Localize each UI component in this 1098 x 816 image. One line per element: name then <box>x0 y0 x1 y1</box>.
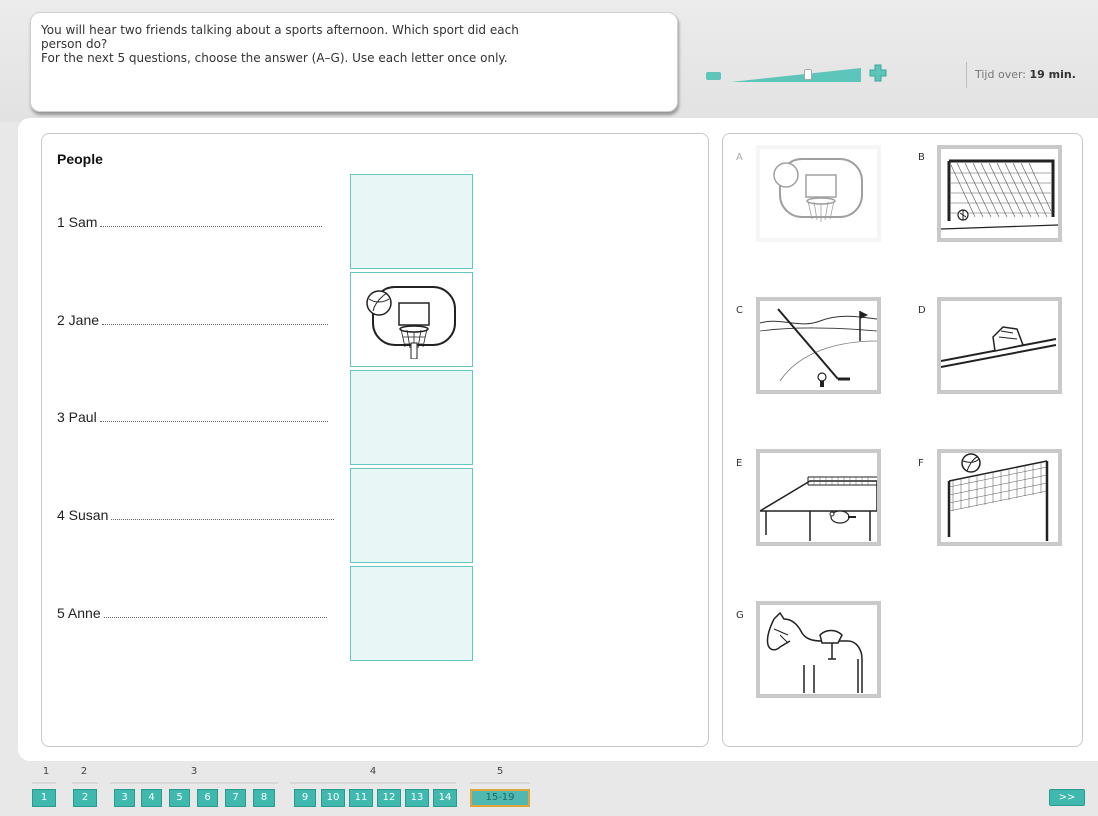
answer-dots <box>103 608 327 618</box>
group-label: 3 <box>190 766 198 777</box>
person-row: 1 Sam <box>57 214 323 230</box>
answer-drop-box[interactable] <box>350 566 473 661</box>
question-button-8[interactable]: 8 <box>253 789 275 807</box>
question-button-10[interactable]: 10 <box>321 789 345 807</box>
option-letter: C <box>736 305 743 316</box>
zoom-control <box>703 64 893 86</box>
question-button-2[interactable]: 2 <box>73 789 97 807</box>
group-divider <box>72 782 98 784</box>
zoom-out-icon[interactable] <box>706 72 721 80</box>
zoom-slider-handle[interactable] <box>804 69 812 80</box>
option-card-e[interactable] <box>756 449 881 546</box>
question-button-12[interactable]: 12 <box>377 789 401 807</box>
skiing-icon <box>941 326 1057 368</box>
person-label: 2 Jane <box>57 312 100 328</box>
instruction-line: person do? <box>41 37 108 51</box>
basketball-icon <box>773 158 863 222</box>
person-row: 3 Paul <box>57 409 328 425</box>
person-row: 4 Susan <box>57 507 335 523</box>
option-letter: A <box>736 152 743 163</box>
volleyball-icon <box>947 453 1049 541</box>
timer-value: 19 min. <box>1029 68 1076 81</box>
answer-drop-box[interactable] <box>350 468 473 563</box>
question-button-7[interactable]: 7 <box>225 789 246 807</box>
golf-icon <box>760 308 877 387</box>
group-divider <box>110 782 278 784</box>
instruction-line: For the next 5 questions, choose the ans… <box>41 51 508 65</box>
timer-label: Tijd over: <box>975 68 1027 81</box>
group-label: 4 <box>369 766 377 777</box>
question-button-9[interactable]: 9 <box>294 789 316 807</box>
zoom-slider[interactable] <box>731 67 861 83</box>
question-button-15-19[interactable]: 15-19 <box>470 789 530 807</box>
basketball-icon[interactable] <box>363 281 461 359</box>
person-label: 3 Paul <box>57 409 97 425</box>
option-letter: B <box>918 152 925 163</box>
question-navigation: 1 2 3 4 5 1 2 3 4 5 6 7 8 9 10 11 12 13 … <box>0 762 1098 816</box>
option-card-f[interactable] <box>937 449 1062 546</box>
option-letter: E <box>736 458 743 469</box>
instructions-box: You will hear two friends talking about … <box>30 12 678 112</box>
people-heading: People <box>57 151 103 167</box>
football-goal-icon <box>941 159 1058 230</box>
person-row: 2 Jane <box>57 312 329 328</box>
option-card-g[interactable] <box>756 601 881 698</box>
group-label: 5 <box>496 766 504 777</box>
group-label: 1 <box>42 766 50 777</box>
instruction-line: You will hear two friends talking about … <box>41 23 519 37</box>
answer-drop-box[interactable] <box>350 272 473 367</box>
group-label: 2 <box>80 766 88 777</box>
question-button-11[interactable]: 11 <box>349 789 373 807</box>
answer-dots <box>99 412 328 422</box>
person-label: 4 Susan <box>57 507 109 523</box>
person-row: 5 Anne <box>57 605 327 621</box>
group-divider <box>32 782 56 784</box>
answer-dots <box>100 217 323 227</box>
answer-dots <box>102 315 329 325</box>
option-card-d[interactable] <box>937 297 1062 394</box>
table-tennis-icon <box>760 476 877 541</box>
zoom-in-icon[interactable] <box>869 64 887 82</box>
option-letter: D <box>918 305 926 316</box>
question-button-4[interactable]: 4 <box>141 789 162 807</box>
question-button-3[interactable]: 3 <box>114 789 135 807</box>
person-label: 1 Sam <box>57 214 98 230</box>
question-button-5[interactable]: 5 <box>169 789 190 807</box>
time-remaining: Tijd over: 19 min. <box>966 62 1076 88</box>
question-button-1[interactable]: 1 <box>32 789 56 807</box>
question-button-6[interactable]: 6 <box>197 789 218 807</box>
answer-dots <box>111 510 335 520</box>
option-card-c[interactable] <box>756 297 881 394</box>
group-divider <box>290 782 456 784</box>
group-divider <box>470 782 530 784</box>
question-button-13[interactable]: 13 <box>405 789 429 807</box>
horse-riding-icon <box>766 611 863 693</box>
option-letter: F <box>918 458 924 469</box>
next-button[interactable]: >> <box>1049 789 1085 806</box>
question-button-14[interactable]: 14 <box>433 789 457 807</box>
answer-drop-box[interactable] <box>350 174 473 269</box>
option-card-b[interactable] <box>937 145 1062 242</box>
person-label: 5 Anne <box>57 605 101 621</box>
option-letter: G <box>736 610 744 621</box>
answer-drop-box[interactable] <box>350 370 473 465</box>
option-card-a[interactable] <box>756 145 881 242</box>
